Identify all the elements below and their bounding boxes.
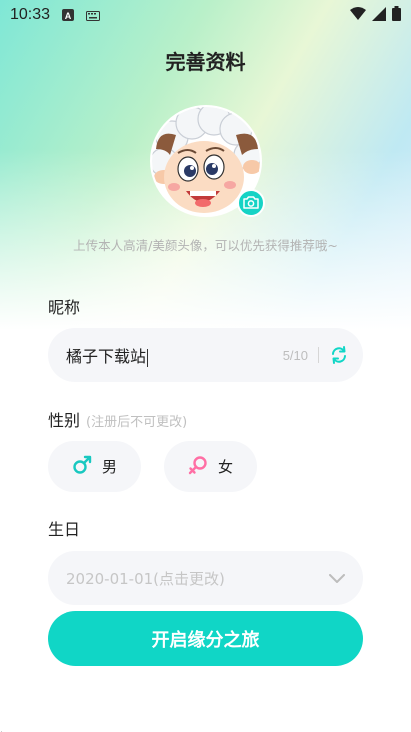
page-title: 完善资料	[165, 50, 246, 74]
text-caret	[147, 348, 149, 367]
nickname-label: 昵称	[48, 298, 81, 317]
birthday-label: 生日	[48, 520, 81, 539]
avatar-container[interactable]	[150, 105, 265, 217]
gender-female-label: 女	[217, 458, 233, 476]
battery-icon	[392, 5, 401, 25]
nickname-input[interactable]: 橘子下载站	[66, 343, 149, 367]
gender-male-label: 男	[101, 458, 117, 476]
female-icon	[188, 455, 208, 479]
birthday-field[interactable]: 2020-01-01(点击更改)	[48, 551, 363, 605]
camera-button[interactable]	[237, 189, 265, 217]
gender-label-row: 性别 (注册后不可更改)	[48, 407, 187, 431]
back-gesture-icon[interactable]	[0, 724, 10, 732]
birthday-value: 2020-01-01(点击更改)	[66, 569, 225, 588]
gender-option-female[interactable]: 女	[164, 441, 257, 492]
nickname-value: 橘子下载站	[66, 347, 147, 366]
chevron-down-icon	[329, 569, 345, 588]
a-icon: A	[62, 6, 75, 25]
signal-icon	[372, 6, 386, 25]
nickname-field[interactable]: 橘子下载站 5/10	[48, 328, 363, 382]
camera-icon	[243, 194, 259, 213]
nickname-char-count: 5/10	[282, 347, 308, 363]
wifi-icon	[350, 6, 366, 25]
status-bar: 10:33 A	[0, 0, 411, 30]
gender-label: 性别	[48, 411, 81, 430]
avatar-hint: 上传本人高清/美颜头像，可以优先获得推荐哦~	[73, 238, 338, 253]
male-icon	[72, 455, 92, 479]
gender-note: (注册后不可更改)	[86, 415, 188, 430]
keyboard-icon	[86, 6, 101, 25]
field-divider	[318, 347, 319, 363]
start-button[interactable]: 开启缘分之旅	[48, 611, 363, 666]
gender-option-male[interactable]: 男	[48, 441, 141, 492]
refresh-icon[interactable]	[329, 345, 349, 365]
svg-text:A: A	[65, 11, 72, 21]
status-time: 10:33	[10, 6, 51, 23]
